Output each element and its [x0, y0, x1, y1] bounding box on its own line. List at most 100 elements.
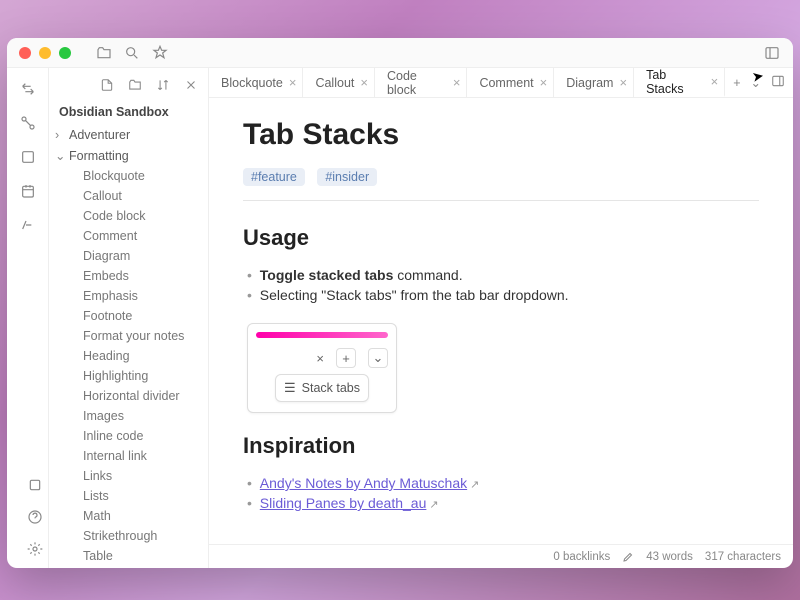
tab-label: Tab Stacks [646, 68, 705, 96]
sidebar-toolbar [49, 68, 208, 101]
file-tree: ›Adventurer ⌄Formatting BlockquoteCallou… [49, 125, 208, 568]
vault-name: Obsidian Sandbox [49, 101, 208, 125]
sidebar-toggle-icon[interactable] [763, 44, 781, 62]
close-window-button[interactable] [19, 47, 31, 59]
help-icon[interactable] [26, 508, 44, 526]
usage-list: Toggle stacked tabs command. Selecting "… [243, 265, 759, 305]
embed-close-icon: × [316, 351, 324, 366]
collapse-icon[interactable] [184, 78, 198, 95]
tab-code-block[interactable]: Code block × [375, 68, 467, 97]
tab-close-button[interactable]: × [711, 74, 719, 89]
maximize-window-button[interactable] [59, 47, 71, 59]
stack-icon: ☰ [284, 380, 296, 396]
tab-tab-stacks[interactable]: Tab Stacks × [634, 68, 725, 97]
file-item[interactable]: Heading [55, 346, 202, 366]
file-item[interactable]: Footnote [55, 306, 202, 326]
tag-insider[interactable]: #insider [317, 168, 377, 186]
tab-label: Diagram [566, 76, 613, 90]
file-item[interactable]: Highlighting [55, 366, 202, 386]
list-item: Toggle stacked tabs command. [247, 265, 759, 285]
file-item[interactable]: Format your notes [55, 326, 202, 346]
settings-icon[interactable] [26, 540, 44, 558]
file-item[interactable]: Emphasis [55, 286, 202, 306]
file-item[interactable]: Inline code [55, 426, 202, 446]
menu-label: Stack tabs [302, 381, 360, 395]
content-area: Blockquote×Callout×Code block×Comment×Di… [209, 68, 793, 568]
files-icon[interactable] [95, 44, 113, 62]
tab-blockquote[interactable]: Blockquote × [209, 68, 303, 97]
status-bar: 0 backlinks 43 words 317 characters [209, 544, 793, 568]
list-item: Andy's Notes by Andy Matuschak↗ [247, 473, 759, 493]
file-item[interactable]: Diagram [55, 246, 202, 266]
embed-plus-icon: + [336, 348, 356, 368]
tab-label: Callout [315, 76, 354, 90]
folder-formatting[interactable]: ⌄Formatting [55, 145, 202, 166]
sort-icon[interactable] [156, 78, 170, 95]
file-item[interactable]: Links [55, 466, 202, 486]
file-item[interactable]: Code block [55, 206, 202, 226]
tab-callout[interactable]: Callout × [303, 68, 375, 97]
tab-bar: Blockquote×Callout×Code block×Comment×Di… [209, 68, 793, 98]
file-item[interactable]: Math [55, 506, 202, 526]
folder-label: Formatting [69, 149, 129, 163]
stack-tabs-menu-item: ☰ Stack tabs [275, 374, 369, 402]
tag-row: #feature #insider [243, 168, 759, 186]
tab-close-button[interactable]: × [619, 75, 627, 90]
tab-close-button[interactable]: × [360, 75, 368, 90]
list-item: Selecting "Stack tabs" from the tab bar … [247, 285, 759, 305]
external-link[interactable]: Andy's Notes by Andy Matuschak [260, 475, 467, 491]
tab-label: Blockquote [221, 76, 283, 90]
minimize-window-button[interactable] [39, 47, 51, 59]
file-item[interactable]: Lists [55, 486, 202, 506]
embed-color-bar [256, 332, 388, 338]
titlebar [7, 38, 793, 68]
new-folder-icon[interactable] [128, 78, 142, 95]
note-editor[interactable]: Tab Stacks #feature #insider Usage Toggl… [209, 98, 793, 544]
vault-icon[interactable] [26, 476, 44, 494]
tab-label: Code block [387, 69, 447, 97]
file-item[interactable]: Strikethrough [55, 526, 202, 546]
tab-close-button[interactable]: × [540, 75, 548, 90]
edit-mode-icon[interactable] [622, 551, 634, 563]
tab-close-button[interactable]: × [453, 75, 461, 90]
file-item[interactable]: Horizontal divider [55, 386, 202, 406]
traffic-lights [19, 47, 71, 59]
app-window: Obsidian Sandbox ›Adventurer ⌄Formatting… [7, 38, 793, 568]
search-icon[interactable] [123, 44, 141, 62]
graph-icon[interactable] [19, 114, 37, 132]
inspiration-list: Andy's Notes by Andy Matuschak↗ Sliding … [243, 473, 759, 513]
ribbon-bottom [14, 476, 56, 558]
new-note-icon[interactable] [100, 78, 114, 95]
file-item[interactable]: Comment [55, 226, 202, 246]
external-link[interactable]: Sliding Panes by death_au [260, 495, 427, 511]
embedded-image: × + ⌄ ☰ Stack tabs [247, 323, 397, 413]
file-item[interactable]: Table [55, 546, 202, 566]
file-item[interactable]: Internal link [55, 446, 202, 466]
word-count: 43 words [646, 551, 693, 563]
tab-comment[interactable]: Comment× [467, 68, 554, 97]
backlinks-count[interactable]: 0 backlinks [553, 551, 610, 563]
command-palette-icon[interactable] [19, 216, 37, 234]
external-link-icon: ↗ [470, 479, 479, 491]
char-count: 317 characters [705, 551, 781, 563]
file-item[interactable]: Embeds [55, 266, 202, 286]
tab-close-button[interactable]: × [289, 75, 297, 90]
inspiration-heading: Inspiration [243, 433, 759, 459]
note-title: Tab Stacks [243, 118, 759, 152]
canvas-icon[interactable] [19, 148, 37, 166]
file-item[interactable]: Blockquote [55, 166, 202, 186]
external-link-icon: ↗ [429, 499, 438, 511]
folder-adventurer[interactable]: ›Adventurer [55, 125, 202, 145]
usage-heading: Usage [243, 225, 759, 251]
daily-note-icon[interactable] [19, 182, 37, 200]
tab-diagram[interactable]: Diagram × [554, 68, 634, 97]
bookmark-icon[interactable] [151, 44, 169, 62]
file-item[interactable]: Callout [55, 186, 202, 206]
folder-label: Adventurer [69, 128, 130, 142]
horizontal-rule [243, 200, 759, 201]
file-item[interactable]: Images [55, 406, 202, 426]
quick-switcher-icon[interactable] [19, 80, 37, 98]
tag-feature[interactable]: #feature [243, 168, 305, 186]
right-sidebar-toggle-icon[interactable] [771, 74, 785, 91]
new-tab-button[interactable]: + [733, 76, 740, 90]
